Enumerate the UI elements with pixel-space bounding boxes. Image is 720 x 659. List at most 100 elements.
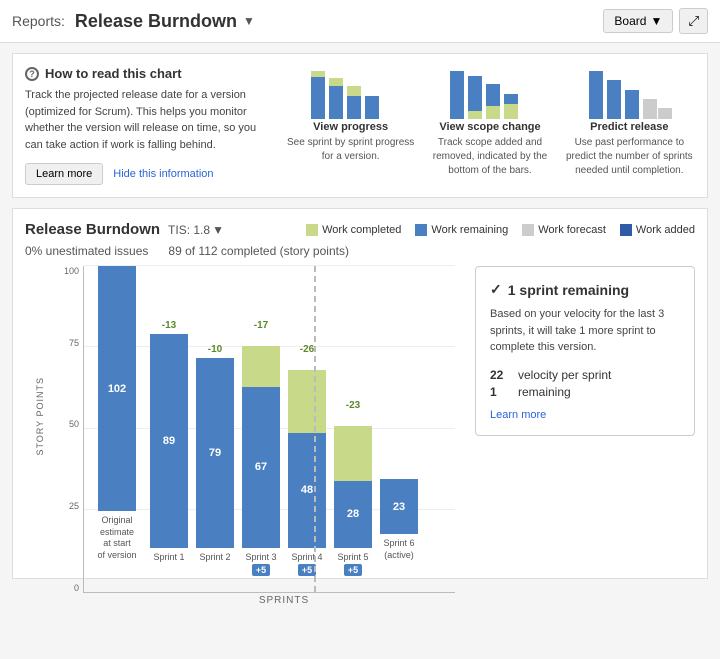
dashed-separator bbox=[314, 266, 316, 592]
chart-area: STORY POINTS 0 25 50 75 100 bbox=[25, 266, 455, 566]
board-chevron: ▼ bbox=[650, 14, 662, 28]
stats-row: 0% unestimated issues 89 of 112 complete… bbox=[25, 244, 695, 258]
legend-forecast: Work forecast bbox=[522, 224, 606, 236]
chart-body: 0 25 50 75 100 bbox=[55, 266, 455, 566]
board-button[interactable]: Board ▼ bbox=[603, 9, 673, 33]
mini-chart-desc-3: Use past performance to predict the numb… bbox=[564, 136, 695, 178]
y-tick-25: 25 bbox=[69, 501, 79, 511]
legend-remaining: Work remaining bbox=[415, 224, 508, 236]
bar-sprint4-green bbox=[288, 370, 326, 433]
page-title: Release Burndown bbox=[75, 11, 237, 32]
prediction-box: ✓ 1 sprint remaining Based on your veloc… bbox=[475, 266, 695, 436]
bar-sprint2-delta: -10 bbox=[208, 344, 222, 355]
scope-chart-svg bbox=[445, 66, 535, 121]
collapse-button[interactable]: ⤢ bbox=[679, 8, 708, 34]
bar-original: 102 Originalestimateat startof version bbox=[92, 266, 142, 592]
mini-chart-title-3: Predict release bbox=[564, 121, 695, 133]
mini-chart-bars-1 bbox=[285, 66, 416, 121]
legend-color-remaining bbox=[415, 224, 427, 236]
completed-stat: 89 of 112 completed (story points) bbox=[168, 244, 349, 258]
bar-sprint4-delta: -26 bbox=[300, 344, 314, 355]
header: Reports: Release Burndown ▼ Board ▼ ⤢ bbox=[0, 0, 720, 43]
info-text: ? How to read this chart Track the proje… bbox=[25, 66, 275, 185]
bar-sprint5-green bbox=[334, 426, 372, 481]
bar-sprint3-label: Sprint 3 bbox=[245, 552, 276, 562]
info-actions: Learn more Hide this information bbox=[25, 163, 275, 185]
bar-sprint5: -23 28 +5 Sprint 5 bbox=[334, 426, 372, 592]
mini-chart-desc-2: Track scope added and removed, indicated… bbox=[424, 136, 555, 178]
bar-sprint4-label: Sprint 4 bbox=[291, 552, 322, 562]
main-header: Release Burndown TIS: 1.8 ▼ Work complet… bbox=[25, 221, 695, 238]
bar-sprint5-plus: +5 bbox=[344, 564, 362, 576]
tis-chevron: ▼ bbox=[212, 223, 224, 237]
info-description: Track the projected release date for a v… bbox=[25, 87, 275, 153]
bar-sprint2-segment: 79 bbox=[196, 358, 234, 548]
checkmark-icon: ✓ bbox=[490, 281, 502, 298]
bar-sprint6-segment: 23 bbox=[380, 479, 418, 534]
bar-sprint3-green bbox=[242, 346, 280, 387]
bar-sprint6-label: Sprint 6(active) bbox=[383, 538, 414, 561]
legend-color-completed bbox=[306, 224, 318, 236]
y-axis-label: STORY POINTS bbox=[35, 377, 45, 456]
bar-original-label: Originalestimateat startof version bbox=[92, 515, 142, 562]
bar-sprint4: -26 48 +5 Sprint 4 bbox=[288, 370, 326, 592]
y-tick-100: 100 bbox=[64, 266, 79, 276]
y-ticks: 0 25 50 75 100 bbox=[55, 266, 83, 593]
hide-info-button[interactable]: Hide this information bbox=[113, 163, 213, 185]
main-section: Release Burndown TIS: 1.8 ▼ Work complet… bbox=[12, 208, 708, 579]
mini-chart-title-2: View scope change bbox=[424, 121, 555, 133]
bar-sprint5-delta: -23 bbox=[346, 400, 360, 411]
prediction-title: ✓ 1 sprint remaining bbox=[490, 281, 680, 298]
bar-sprint3-blue: 67 bbox=[242, 387, 280, 548]
mini-chart-bars-3 bbox=[564, 66, 695, 121]
info-title: ? How to read this chart bbox=[25, 66, 275, 81]
mini-chart-progress: View progress See sprint by sprint progr… bbox=[285, 66, 416, 185]
bar-sprint3-delta: -17 bbox=[254, 320, 268, 331]
mini-chart-predict: Predict release Use past performance to … bbox=[564, 66, 695, 185]
y-axis-container: STORY POINTS bbox=[25, 266, 55, 566]
chart-inner: 0 25 50 75 100 bbox=[55, 266, 455, 593]
learn-more-button[interactable]: Learn more bbox=[25, 163, 103, 185]
mini-chart-bars-2 bbox=[424, 66, 555, 121]
chart-with-yaxis: STORY POINTS 0 25 50 75 100 bbox=[25, 266, 455, 566]
bar-sprint5-label: Sprint 5 bbox=[337, 552, 368, 562]
bar-sprint1-segment: 89 bbox=[150, 334, 188, 548]
y-tick-50: 50 bbox=[69, 419, 79, 429]
legend: Work completed Work remaining Work forec… bbox=[306, 224, 695, 236]
bars-container: 102 Originalestimateat startof version -… bbox=[83, 266, 455, 593]
legend-color-added bbox=[620, 224, 632, 236]
y-tick-75: 75 bbox=[69, 338, 79, 348]
header-actions: Board ▼ ⤢ bbox=[603, 8, 708, 34]
legend-color-forecast bbox=[522, 224, 534, 236]
progress-chart-svg bbox=[306, 66, 396, 121]
x-axis-label: SPRINTS bbox=[55, 595, 455, 606]
mini-chart-scope: View scope change Track scope added and … bbox=[424, 66, 555, 185]
predict-chart-svg bbox=[584, 66, 674, 121]
bar-sprint4-blue: 48 bbox=[288, 433, 326, 548]
tis-badge[interactable]: TIS: 1.8 ▼ bbox=[168, 223, 224, 237]
mini-chart-desc-1: See sprint by sprint progress for a vers… bbox=[285, 136, 416, 164]
bar-sprint2: -10 79 Sprint 2 bbox=[196, 358, 234, 592]
bar-sprint3-plus: +5 bbox=[252, 564, 270, 576]
bar-sprint5-stack: 28 bbox=[334, 426, 372, 548]
info-panel: ? How to read this chart Track the proje… bbox=[12, 53, 708, 198]
legend-completed: Work completed bbox=[306, 224, 401, 236]
prediction-stats: 22 velocity per sprint 1 remaining bbox=[490, 368, 680, 399]
bar-sprint4-stack: 48 bbox=[288, 370, 326, 548]
stat-remaining: 1 remaining bbox=[490, 385, 680, 399]
unestimated-stat: 0% unestimated issues bbox=[25, 244, 148, 258]
title-area: Release Burndown TIS: 1.8 ▼ bbox=[25, 221, 224, 238]
bar-sprint5-blue: 28 bbox=[334, 481, 372, 548]
mini-chart-title-1: View progress bbox=[285, 121, 416, 133]
stat-velocity: 22 velocity per sprint bbox=[490, 368, 680, 382]
title-chevron[interactable]: ▼ bbox=[243, 14, 255, 28]
chart-and-prediction: STORY POINTS 0 25 50 75 100 bbox=[25, 266, 695, 566]
info-charts: View progress See sprint by sprint progr… bbox=[285, 66, 695, 185]
bar-sprint1-delta: -13 bbox=[162, 320, 176, 331]
info-icon: ? bbox=[25, 67, 39, 81]
bar-sprint6: 23 Sprint 6(active) bbox=[380, 479, 418, 591]
prediction-learn-more[interactable]: Learn more bbox=[490, 409, 546, 421]
bar-sprint1: -13 89 Sprint 1 bbox=[150, 334, 188, 592]
bar-sprint1-label: Sprint 1 bbox=[153, 552, 184, 562]
prediction-description: Based on your velocity for the last 3 sp… bbox=[490, 306, 680, 356]
